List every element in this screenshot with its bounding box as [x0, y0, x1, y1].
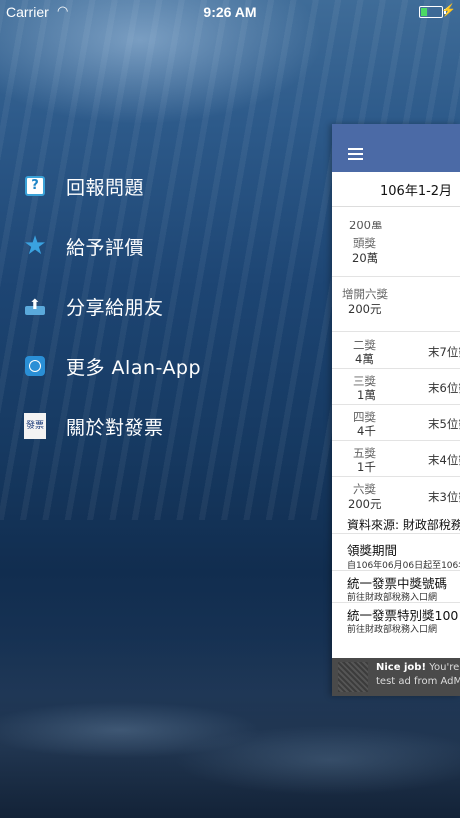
invoice-logo-icon: 發票	[24, 413, 46, 439]
prize-amount: 1萬	[357, 388, 376, 402]
menu-label: 分享給朋友	[66, 297, 164, 319]
period-header[interactable]: 106年1-2月	[332, 172, 460, 207]
prize-desc: 末4位數	[428, 453, 460, 467]
app-store-icon	[24, 355, 46, 377]
ad-thumbnail	[338, 662, 368, 692]
prize-amount: 1千	[357, 460, 376, 474]
prize-amount-cut: 200萬	[349, 221, 383, 229]
ad-line2: test ad from AdM	[376, 676, 460, 687]
claim-period-title[interactable]: 領獎期間	[347, 540, 397, 559]
menu-item-about[interactable]: 發票 關於對發票	[0, 396, 330, 456]
clock: 9:26 AM	[203, 4, 257, 20]
prize-amount: 4千	[357, 424, 376, 438]
share-icon: ⬆	[24, 295, 46, 317]
menu-item-share[interactable]: ⬆ 分享給朋友	[0, 276, 330, 336]
menu-label: 更多 Alan-App	[66, 357, 202, 379]
ad-banner[interactable]: Nice job! You're d test ad from AdM	[332, 658, 460, 696]
prize-desc: 末3位數	[428, 490, 460, 504]
star-icon: ★	[23, 231, 47, 261]
prize-amount: 20萬	[352, 251, 379, 265]
prize-amount: 200元	[348, 497, 382, 511]
battery-icon	[419, 6, 443, 18]
help-icon: ?	[24, 175, 46, 197]
special-prize-subtitle: 前往財政部稅務入口網	[347, 625, 438, 635]
prize-amount: 200元	[348, 302, 382, 316]
menu-label: 關於對發票	[66, 417, 164, 439]
menu-label: 回報問題	[66, 177, 145, 199]
menu-item-more-apps[interactable]: 更多 Alan-App	[0, 336, 330, 396]
menu-item-report[interactable]: ? 回報問題	[0, 156, 330, 216]
side-menu: ? 回報問題 ★ 給予評價 ⬆ 分享給朋友 更多 Alan-App 發票 關於對…	[0, 156, 330, 456]
prize-list[interactable]: 200萬 頭獎 20萬 增開六獎 200元 二獎 4萬 末7位數 三獎 1萬 末…	[332, 207, 460, 682]
prize-name: 六獎	[353, 482, 376, 496]
menu-item-rate[interactable]: ★ 給予評價	[0, 216, 330, 276]
prize-desc: 末6位數	[428, 381, 460, 395]
prize-desc: 末5位數	[428, 417, 460, 431]
ad-text: Nice job! You're d test ad from AdM	[376, 661, 460, 689]
prize-name: 增開六獎	[342, 287, 388, 301]
prize-name: 頭獎	[353, 236, 376, 250]
nav-bar	[332, 124, 460, 172]
data-source-heading: 資料來源: 財政部稅務	[347, 518, 460, 532]
prize-desc: 末7位數	[428, 345, 460, 359]
ad-bold-text: Nice job!	[376, 662, 427, 673]
period-label: 106年1-2月	[380, 184, 453, 199]
hamburger-menu-icon[interactable]	[348, 148, 363, 163]
charging-icon: ⚡	[441, 3, 456, 17]
main-content-panel[interactable]: 106年1-2月 200萬 頭獎 20萬 增開六獎 200元 二獎 4萬 末7位…	[332, 124, 460, 696]
ad-line1: You're d	[429, 662, 460, 673]
menu-label: 給予評價	[66, 237, 145, 259]
status-bar: Carrier ◠ 9:26 AM ⚡	[0, 0, 460, 24]
prize-amount: 4萬	[355, 352, 374, 366]
